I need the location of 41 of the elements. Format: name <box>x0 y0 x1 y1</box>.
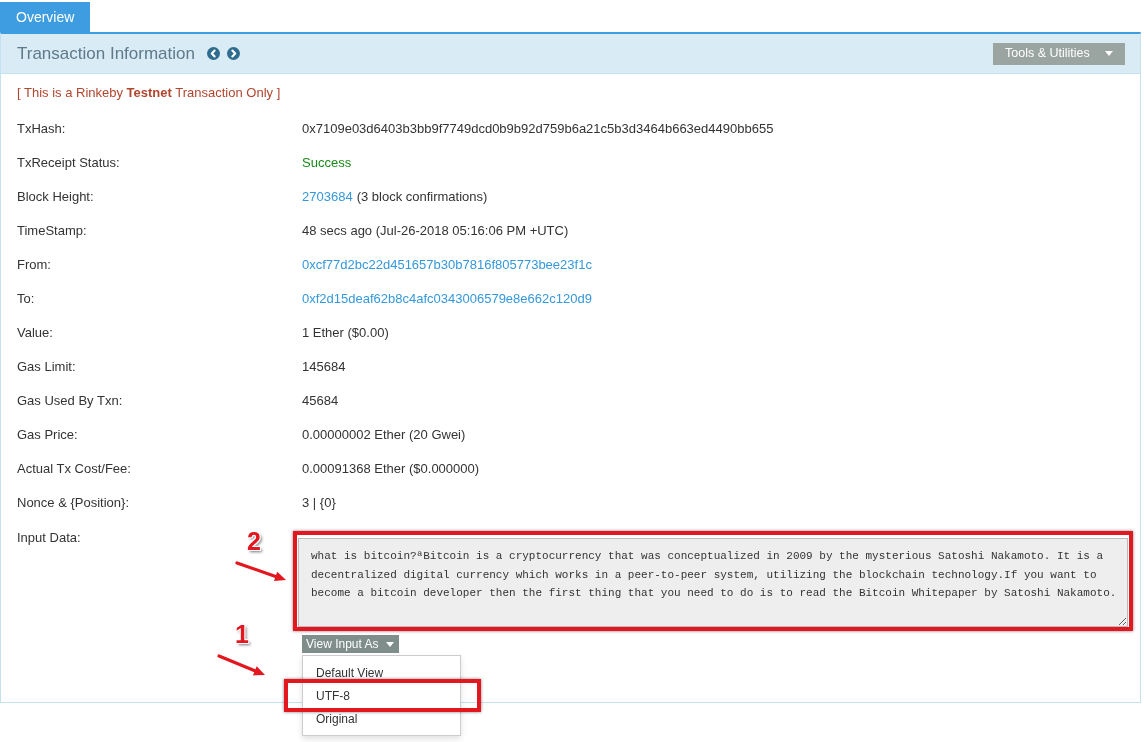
panel-title: Transaction Information <box>17 42 195 65</box>
field-label: TxHash: <box>17 121 66 137</box>
field-label: Input Data: <box>17 530 81 545</box>
field-link[interactable]: 0xcf77d2bc22d451657b30b7816f805773bee23f1c <box>302 255 592 275</box>
field-label: From: <box>17 257 51 273</box>
field-label: Gas Price: <box>17 427 78 443</box>
field-value: 48 secs ago (Jul-26-2018 05:16:06 PM +UTC) <box>302 222 569 241</box>
field-link[interactable]: 0xf2d15deaf62b8c4afc0343006579e8e662c120d9 <box>302 289 592 309</box>
field-value: 0.00091368 Ether ($0.000000) <box>302 460 480 479</box>
field-value: 145684 <box>302 358 346 377</box>
field-value: 45684 <box>302 392 339 411</box>
field-label: Block Height: <box>17 189 94 205</box>
field-label: To: <box>17 291 35 307</box>
field-label: TxReceipt Status: <box>17 155 120 171</box>
menu-item[interactable]: Original <box>303 707 460 730</box>
field-value: 3 | {0} <box>302 494 336 513</box>
input-data-field[interactable]: what is bitcoin?ªBitcoin is a cryptocurrency that was conceptualized in 2009 by the mysterious Satoshi Nakamoto. It is a decentralized digital currency which works in a peer-to-peer system, utilizing the blockchain technology.If you want to become a bitcoin developer then the first thing that you need to do is to read the Bitcoin Whitepaper by Satoshi Nakamoto. <box>298 538 1128 627</box>
testnet-notice: [ This is a Rinkeby Testnet Transaction Only ] <box>17 84 281 102</box>
field-link[interactable]: 2703684 <box>302 187 353 207</box>
field-label: TimeStamp: <box>17 223 87 239</box>
field-note: (3 block confirmations) <box>356 188 488 207</box>
caret-icon <box>1105 51 1113 56</box>
view-input-as-button[interactable]: View Input As <box>302 635 399 653</box>
tab[interactable]: Overview <box>0 2 91 32</box>
menu-item[interactable]: UTF-8 <box>303 684 460 707</box>
field-label: Gas Limit: <box>17 359 76 375</box>
caret-icon <box>385 641 394 647</box>
tools-utilities-button[interactable]: Tools & Utilities <box>993 42 1125 65</box>
status-value: Success <box>302 154 352 173</box>
field-value: 1 Ether ($0.00) <box>302 324 389 343</box>
field-label: Actual Tx Cost/Fee: <box>17 461 131 477</box>
field-value: 0.00000002 Ether (20 Gwei) <box>302 426 466 445</box>
annotation-number: 2 <box>247 529 261 554</box>
field-label: Value: <box>17 325 53 341</box>
menu-item[interactable]: Default View <box>303 661 460 684</box>
chevron-left-icon[interactable] <box>206 47 220 60</box>
annotation-number: 1 <box>235 622 249 647</box>
field-label: Gas Used By Txn: <box>17 393 123 409</box>
chevron-right-icon[interactable] <box>226 47 240 60</box>
field-value: 0x7109e03d6403b3bb9f7749dcd0b9b92d759b6a21c5b3d3464b663ed4490bb655 <box>302 120 774 139</box>
field-label: Nonce & {Position}: <box>17 495 130 511</box>
